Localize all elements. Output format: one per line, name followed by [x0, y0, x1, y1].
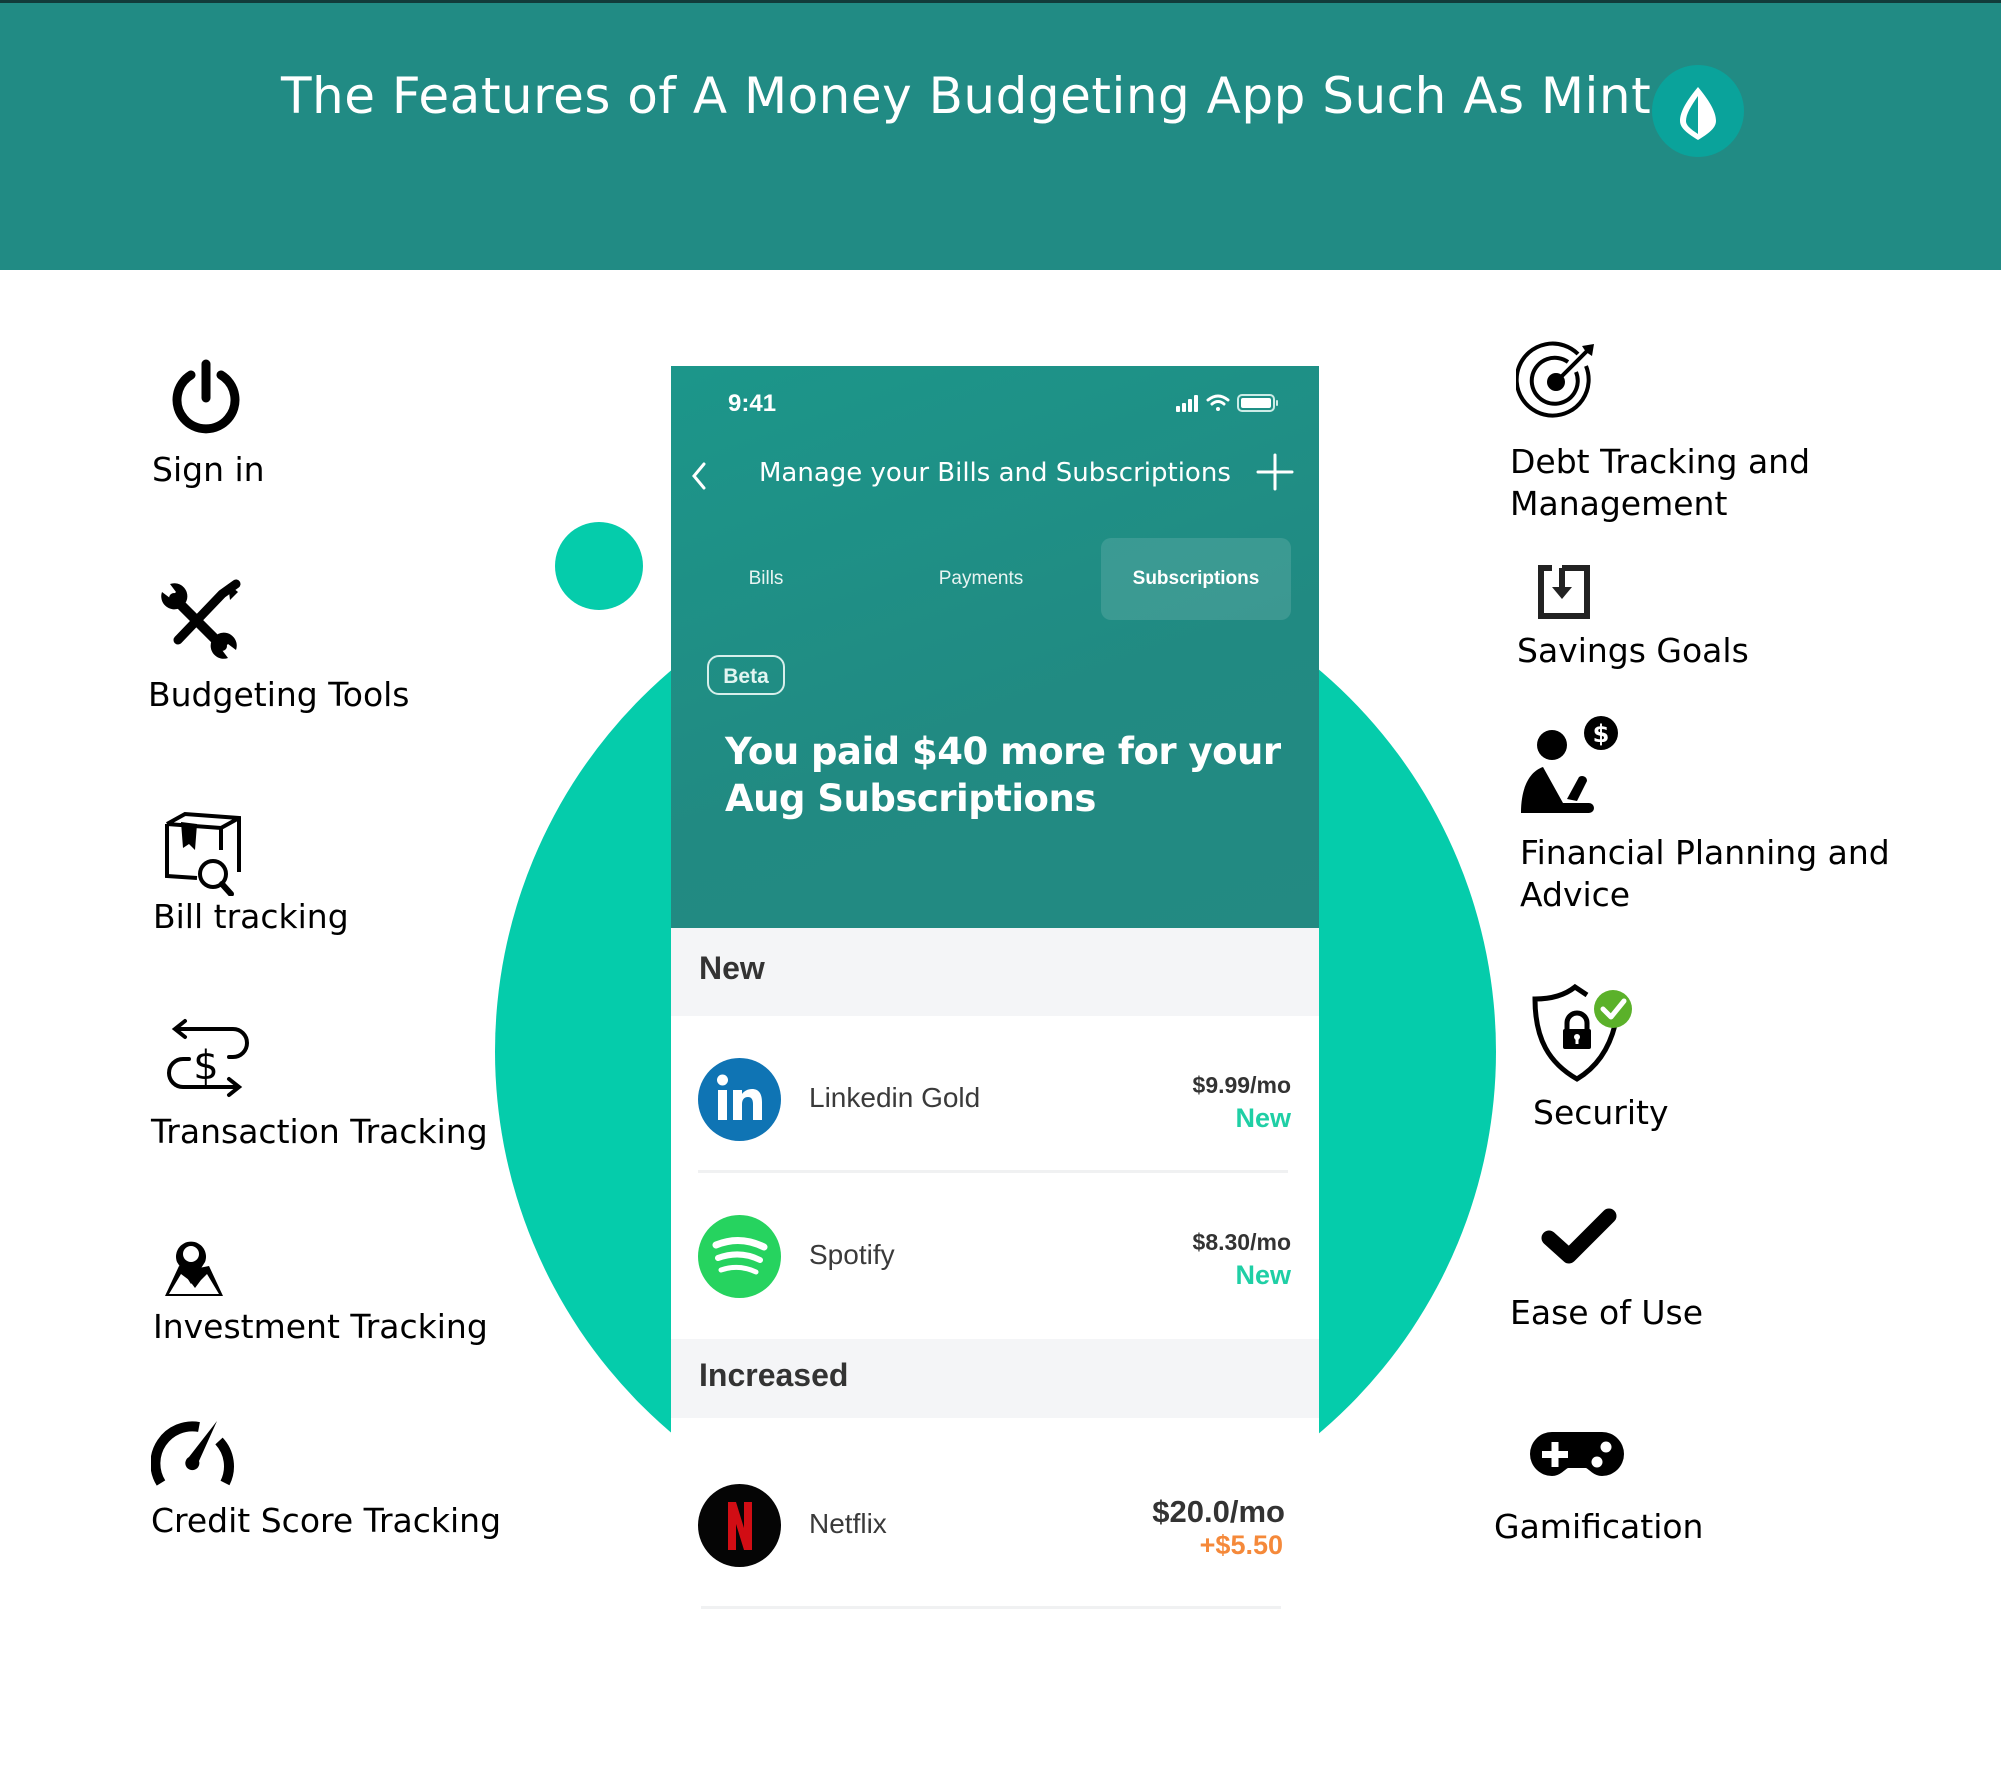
back-chevron-icon[interactable] [689, 460, 709, 500]
feature-label: Bill tracking [153, 897, 349, 936]
feature-label: Debt Tracking and Management [1510, 441, 1810, 525]
add-plus-icon[interactable] [1255, 452, 1295, 499]
svg-text:$: $ [193, 1043, 218, 1089]
feature-label-line-2: Management [1510, 484, 1728, 523]
beta-badge: Beta [707, 655, 785, 695]
box-search-icon [165, 811, 241, 896]
feature-label-line-2: Advice [1520, 875, 1631, 914]
feature-label: Investment Tracking [153, 1307, 488, 1346]
save-download-icon [1538, 565, 1590, 619]
section-header-increased: Increased [671, 1339, 1319, 1418]
linkedin-logo-icon [698, 1058, 781, 1141]
subscription-status: New [1235, 1260, 1291, 1290]
dollar-exchange-icon: $ [167, 1019, 249, 1097]
map-pin-icon [165, 1241, 223, 1296]
power-icon [172, 359, 240, 434]
netflix-logo-icon [698, 1484, 781, 1567]
speedometer-icon [151, 1421, 234, 1486]
feature-label: Savings Goals [1517, 631, 1749, 670]
headline: You paid $40 more for your Aug Subscript… [725, 728, 1285, 822]
subscription-price: $8.30/mo [1192, 1229, 1291, 1255]
mint-leaf-icon [1652, 65, 1744, 157]
tab-bills[interactable]: Bills [711, 538, 821, 620]
tab-subscriptions[interactable]: Subscriptions [1101, 538, 1291, 620]
feature-label: Credit Score Tracking [151, 1501, 502, 1540]
battery-icon [1237, 394, 1278, 412]
target-icon [1516, 341, 1594, 418]
feature-label: Ease of Use [1510, 1293, 1704, 1332]
feature-label: Transaction Tracking [151, 1112, 488, 1151]
subscription-name: Spotify [809, 1239, 895, 1270]
feature-label: Budgeting Tools [148, 675, 410, 714]
nav-title: Manage your Bills and Subscriptions [759, 458, 1231, 488]
subscription-increase: +$5.50 [1199, 1530, 1283, 1560]
feature-label-line-1: Debt Tracking and [1510, 442, 1811, 481]
subscription-status: New [1235, 1103, 1291, 1133]
status-bar-icons [1176, 392, 1296, 418]
header-banner: The Features of A Money Budgeting App Su… [0, 0, 2001, 270]
subscription-row-spotify[interactable]: Spotify $8.30/mo New [671, 1173, 1319, 1339]
tab-payments[interactable]: Payments [901, 538, 1061, 620]
checkmark-icon [1541, 1208, 1617, 1264]
section-header-new: New [671, 928, 1319, 1016]
row-divider [701, 1606, 1281, 1609]
headline-line-1: You paid $40 more for your [725, 730, 1281, 773]
tab-bar: Bills Payments Subscriptions [671, 538, 1319, 620]
phone-header: 9:41 Manage your Bills and Subscriptions… [671, 366, 1319, 928]
subscription-name: Netflix [809, 1508, 887, 1539]
subscription-row-linkedin[interactable]: Linkedin Gold $9.99/mo New [671, 1016, 1319, 1186]
headline-line-2: Aug Subscriptions [725, 777, 1096, 820]
wrench-screwdriver-icon [161, 579, 241, 659]
phone-mockup: 9:41 Manage your Bills and Subscriptions… [671, 366, 1319, 1616]
feature-label: Sign in [152, 450, 265, 489]
decorative-circle-small [555, 522, 643, 610]
status-time: 9:41 [728, 390, 777, 417]
signal-icon [1176, 395, 1198, 412]
wifi-icon [1206, 394, 1230, 411]
subscription-row-netflix[interactable]: Netflix $20.0/mo +$5.50 [671, 1418, 1319, 1608]
section-title: Increased [699, 1357, 849, 1393]
subscription-price: $20.0/mo [1152, 1494, 1285, 1529]
person-dollar-icon: $ [1521, 716, 1618, 813]
feature-label: Security [1533, 1093, 1669, 1132]
svg-text:$: $ [1593, 720, 1610, 748]
subscription-name: Linkedin Gold [809, 1082, 981, 1113]
page-title: The Features of A Money Budgeting App Su… [281, 67, 1652, 125]
subscription-price: $9.99/mo [1192, 1072, 1291, 1098]
gamepad-icon [1530, 1432, 1624, 1476]
shield-lock-icon [1532, 983, 1632, 1082]
feature-label-line-1: Financial Planning and [1520, 833, 1890, 872]
section-title: New [699, 950, 765, 986]
feature-label: Financial Planning and Advice [1520, 832, 1890, 916]
feature-label: Gamification [1494, 1507, 1704, 1546]
spotify-logo-icon [698, 1215, 781, 1298]
